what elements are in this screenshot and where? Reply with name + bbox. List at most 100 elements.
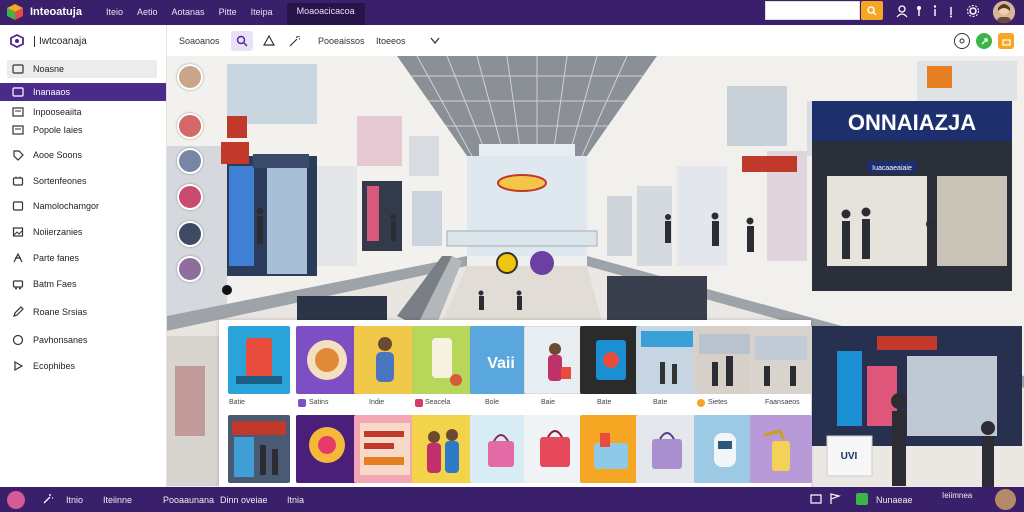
product-card[interactable]	[470, 415, 532, 483]
user-avatar[interactable]	[993, 1, 1015, 23]
notification-icon[interactable]	[944, 4, 958, 18]
pin-icon[interactable]	[912, 4, 926, 18]
product-label: Seacela	[425, 399, 451, 406]
search-button[interactable]	[861, 1, 883, 20]
product-card[interactable]	[228, 326, 290, 394]
top-nav-active-tab[interactable]: Moaoacicacoa	[286, 3, 365, 26]
brand-name[interactable]: Inteoatuja	[30, 6, 82, 18]
bottom-nav-item[interactable]: Iteiinne	[103, 495, 132, 505]
product-card[interactable]	[580, 415, 642, 483]
sidebar-item-label: Roane Srsias	[33, 307, 88, 317]
share-icon	[981, 37, 988, 44]
product-card[interactable]	[580, 326, 642, 394]
product-card[interactable]	[412, 326, 474, 394]
app-avatar-icon[interactable]	[7, 491, 25, 509]
collaborator-avatar[interactable]	[177, 184, 203, 210]
flag-icon[interactable]	[829, 493, 841, 505]
top-nav-item[interactable]: Iteio	[106, 7, 123, 26]
product-card[interactable]	[750, 326, 812, 394]
sidebar: Iwtcoanaja Noasne Inanaaos Inpooseaiita …	[0, 25, 167, 487]
product-card[interactable]	[354, 415, 416, 483]
product-card[interactable]	[524, 415, 586, 483]
sidebar-item-aooe-soons[interactable]: Aooe Soons	[7, 146, 157, 164]
product-card[interactable]	[524, 326, 586, 394]
product-card[interactable]	[228, 415, 290, 483]
product-card[interactable]	[694, 415, 756, 483]
bottom-status-text: Ieiimnea	[942, 491, 973, 500]
sidebar-item-label: Pavhonsanes	[33, 335, 88, 345]
magic-tool-button[interactable]	[284, 31, 306, 51]
settings-icon[interactable]	[966, 4, 980, 18]
sidebar-item-label: Popole Iaies	[33, 125, 83, 135]
sidebar-item-ecophibes[interactable]: Ecophibes	[7, 357, 157, 375]
bottom-bar: Itnio Iteiinne Pooaaunana Dinn oveiae It…	[0, 487, 1024, 512]
collaborator-avatar[interactable]	[177, 148, 203, 174]
search-tool-button[interactable]	[231, 31, 253, 51]
collaborator-avatar[interactable]	[177, 64, 203, 90]
product-card[interactable]	[296, 326, 358, 394]
status-icon[interactable]	[856, 493, 868, 505]
sidebar-item-inanaaos[interactable]: Inanaaos	[0, 83, 166, 101]
product-card[interactable]	[694, 326, 756, 394]
collaborator-avatar[interactable]	[177, 113, 203, 139]
bottom-nav-item[interactable]: Pooaaunana	[163, 495, 214, 505]
bottom-nav-item[interactable]: Dinn oveiae	[220, 495, 268, 505]
upload-button[interactable]	[998, 33, 1014, 49]
info-icon[interactable]	[928, 4, 942, 18]
app-logo-icon[interactable]	[6, 3, 24, 21]
box-icon	[12, 175, 24, 187]
user-icon[interactable]	[895, 4, 909, 18]
svg-text:UVI: UVI	[841, 451, 858, 462]
product-card[interactable]	[750, 415, 812, 483]
search-input[interactable]	[765, 1, 860, 20]
top-nav-item[interactable]: Iteipa	[251, 7, 273, 26]
arrow-icon	[12, 360, 24, 372]
chevron-down-icon[interactable]	[430, 37, 440, 45]
bottom-nav-item[interactable]: Nunaeae	[876, 495, 913, 505]
sidebar-item-popole-iaies[interactable]: Popole Iaies	[7, 121, 157, 139]
top-nav-item[interactable]: Pitte	[219, 7, 237, 26]
product-card[interactable]	[354, 326, 416, 394]
sidebar-item-roane-srsias[interactable]: Roane Srsias	[7, 303, 157, 321]
user-avatar[interactable]	[995, 489, 1016, 510]
bottom-nav-item[interactable]: Itnio	[66, 495, 83, 505]
product-label: Indie	[369, 399, 385, 406]
collaborator-avatar[interactable]	[177, 221, 203, 247]
sidebar-item-inpooseaiita[interactable]: Inpooseaiita	[7, 103, 157, 121]
upload-icon	[1001, 38, 1011, 46]
sidebar-item-batm-faes[interactable]: Batm Faes	[7, 275, 157, 293]
sidebar-item-namolochamgor[interactable]: Namolochamgor	[7, 197, 157, 215]
shapes-icon	[263, 35, 275, 46]
bottom-nav-item[interactable]: Itnia	[287, 495, 304, 505]
shapes-tool-button[interactable]	[258, 31, 280, 51]
product-label: Sietes	[708, 399, 728, 406]
tag-icon	[12, 149, 24, 161]
top-nav: Iteio Aetio Aotanas Pitte Iteipa Moaoaci…	[106, 3, 379, 26]
product-card[interactable]	[296, 415, 358, 483]
sidebar-title: Iwtcoanaja	[34, 35, 87, 47]
product-card[interactable]	[636, 415, 698, 483]
sidebar-item-noasne[interactable]: Noasne	[7, 60, 157, 78]
top-nav-item[interactable]: Aotanas	[172, 7, 205, 26]
share-button[interactable]	[976, 33, 992, 49]
toolbar-item[interactable]: Pooeaissos	[318, 36, 365, 46]
sidebar-item-label: Inpooseaiita	[33, 107, 82, 117]
image-icon[interactable]	[810, 493, 822, 505]
toolbar-item[interactable]: Itoeeos	[376, 36, 406, 46]
svg-text:Vaii: Vaii	[487, 355, 515, 372]
sidebar-item-noiierzanies[interactable]: Noiierzanies	[7, 223, 157, 241]
product-card[interactable]	[412, 415, 474, 483]
help-button[interactable]	[954, 33, 970, 49]
sidebar-item-parte-fanes[interactable]: Parte fanes	[7, 249, 157, 267]
sidebar-item-sortenfeones[interactable]: Sortenfeones	[7, 172, 157, 190]
top-nav-item[interactable]: Aetio	[137, 7, 158, 26]
product-card[interactable]	[636, 326, 698, 394]
sidebar-item-label: Noasne	[33, 64, 65, 74]
sidebar-item-pavhonsanes[interactable]: Pavhonsanes	[7, 331, 157, 349]
product-card[interactable]: Vaii	[470, 326, 532, 394]
collaborator-avatar[interactable]	[177, 256, 203, 282]
secondary-toolbar: Soaoanos Pooeaissos Itoeeos	[167, 25, 1024, 57]
product-label: Faansaeos	[765, 399, 800, 406]
sparkle-icon[interactable]	[42, 493, 54, 505]
toolbar-item[interactable]: Soaoanos	[179, 36, 220, 46]
